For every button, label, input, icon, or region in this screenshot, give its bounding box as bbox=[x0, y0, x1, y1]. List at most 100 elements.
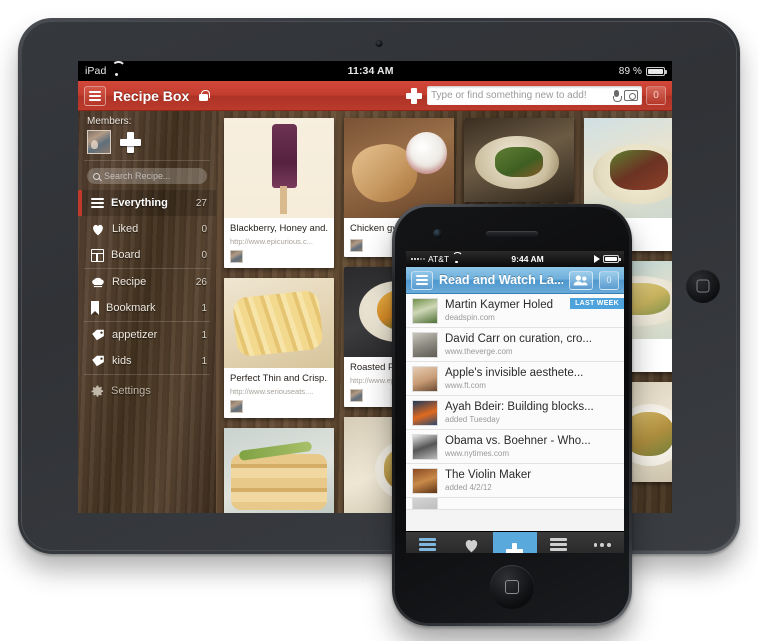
sidebar-item-appetizer[interactable]: appetizer 1 bbox=[78, 322, 216, 348]
signal-dots-icon bbox=[411, 258, 425, 260]
recipe-card[interactable] bbox=[224, 427, 334, 513]
obama-thumbnail bbox=[412, 433, 438, 460]
sidebar-item-label: Liked bbox=[112, 223, 139, 235]
sidebar-item-liked[interactable]: Liked 0 bbox=[78, 216, 216, 242]
status-left: AT&T bbox=[411, 254, 461, 264]
ipad-status-bar: iPad 11:34 AM 89 % bbox=[78, 61, 672, 81]
sidebar-item-recipe[interactable]: Recipe 26 bbox=[78, 269, 216, 295]
camera-icon[interactable] bbox=[624, 90, 638, 101]
card-title: Blackberry, Honey and... bbox=[230, 223, 328, 234]
sidebar-item-count: 1 bbox=[201, 302, 207, 314]
search-input[interactable]: Type or find something new to add! bbox=[427, 86, 642, 105]
status-clock: 9:44 AM bbox=[511, 254, 544, 264]
lock-icon[interactable] bbox=[199, 90, 211, 101]
card-avatar bbox=[350, 388, 363, 402]
ipad-app-toolbar: Recipe Box Type or find something new to… bbox=[78, 81, 672, 111]
grid-column: Blackberry, Honey and... http://www.epic… bbox=[224, 118, 334, 513]
recipe-photo bbox=[584, 118, 672, 218]
microphone-icon[interactable] bbox=[613, 89, 622, 102]
device-label: iPad bbox=[85, 65, 107, 77]
tab-liked[interactable]: Liked bbox=[450, 532, 494, 553]
card-url: http://www.epicurious.c... bbox=[230, 236, 313, 246]
list-item-title: The Violin Maker bbox=[445, 468, 532, 481]
iphone-screen: AT&T 9:44 AM Read and Watch La... 0 Mart… bbox=[406, 251, 624, 553]
sidebar-item-label: Board bbox=[111, 249, 141, 261]
sidebar-item-count: 1 bbox=[201, 329, 207, 341]
sidebar-item-label: Recipe bbox=[112, 276, 147, 288]
list-item-text: David Carr on curation, cro... www.theve… bbox=[445, 333, 618, 357]
card-title: Perfect Thin and Crisp... bbox=[230, 372, 328, 384]
list-item-source: added Tuesday bbox=[445, 415, 500, 425]
location-arrow-icon bbox=[594, 255, 600, 263]
list-item-title: Ayah Bdeir: Building blocks... bbox=[445, 400, 594, 413]
toolbar-count-badge[interactable]: 0 bbox=[599, 270, 619, 290]
toolbar-count-badge[interactable]: 0 bbox=[646, 86, 666, 105]
hamburger-menu-icon[interactable] bbox=[411, 270, 433, 290]
people-icon[interactable] bbox=[569, 270, 593, 290]
iphone-bezel: AT&T 9:44 AM Read and Watch La... 0 Mart… bbox=[395, 207, 629, 623]
chef-hat-icon bbox=[91, 276, 105, 289]
list-item-source: deadspin.com bbox=[445, 313, 495, 323]
stack-icon bbox=[91, 197, 104, 210]
sidebar-search-input[interactable]: Search Recipe... bbox=[87, 168, 207, 184]
list-item[interactable]: David Carr on curation, cro... www.theve… bbox=[406, 328, 624, 362]
sidebar-item-settings[interactable]: Settings bbox=[78, 378, 216, 404]
iphone-device: AT&T 9:44 AM Read and Watch La... 0 Mart… bbox=[392, 204, 632, 626]
iphone-tab-bar: Everything Liked Types bbox=[406, 531, 624, 553]
divider bbox=[84, 160, 210, 161]
tab-add[interactable] bbox=[493, 532, 537, 553]
recipe-photo bbox=[344, 118, 454, 218]
littlebits-thumbnail bbox=[412, 399, 438, 426]
sidebar-item-count: 0 bbox=[201, 223, 207, 235]
list-item[interactable] bbox=[406, 498, 624, 510]
hamburger-menu-icon[interactable] bbox=[84, 85, 106, 106]
status-clock: 11:34 AM bbox=[347, 65, 394, 77]
golf-thumbnail bbox=[412, 297, 438, 324]
battery-percent: 89 % bbox=[618, 65, 642, 77]
stack-icon bbox=[419, 538, 437, 552]
board-icon bbox=[91, 248, 104, 262]
iphone-speaker bbox=[486, 231, 538, 237]
iphone-home-button[interactable] bbox=[490, 565, 534, 609]
toolbar-right-group: Type or find something new to add! 0 bbox=[405, 86, 666, 105]
list-item[interactable]: Obama vs. Boehner - Who... www.nytimes.c… bbox=[406, 430, 624, 464]
avatar[interactable] bbox=[87, 130, 111, 154]
battery-icon bbox=[603, 255, 621, 263]
recipe-card[interactable]: Blackberry, Honey and... http://www.epic… bbox=[224, 118, 334, 268]
recipe-photo bbox=[464, 118, 574, 202]
add-member-button[interactable] bbox=[120, 131, 141, 153]
portrait-thumbnail bbox=[412, 365, 438, 392]
tab-everything[interactable]: Everything bbox=[406, 532, 450, 553]
sidebar-item-label: kids bbox=[112, 355, 132, 367]
plus-icon bbox=[506, 542, 524, 553]
article-list[interactable]: Martin Kaymer Holed deadspin.com LAST WE… bbox=[406, 294, 624, 531]
tab-types[interactable]: Types bbox=[537, 532, 581, 553]
search-placeholder: Type or find something new to add! bbox=[431, 90, 587, 101]
status-right: 89 % bbox=[618, 65, 667, 77]
wifi-icon bbox=[452, 255, 461, 263]
members-label: Members: bbox=[87, 116, 132, 127]
list-item[interactable]: Martin Kaymer Holed deadspin.com LAST WE… bbox=[406, 294, 624, 328]
list-item-source: www.nytimes.com bbox=[445, 449, 510, 459]
sidebar-item-kids[interactable]: kids 1 bbox=[78, 348, 216, 374]
ipad-home-button[interactable] bbox=[686, 269, 720, 303]
sidebar-item-everything[interactable]: Everything 27 bbox=[78, 190, 216, 216]
list-item[interactable]: The Violin Maker added 4/2/12 bbox=[406, 464, 624, 498]
sidebar-item-label: appetizer bbox=[112, 329, 158, 341]
battery-icon bbox=[646, 66, 667, 76]
card-avatar bbox=[230, 249, 243, 263]
sidebar-item-bookmark[interactable]: Bookmark 1 bbox=[78, 295, 216, 321]
recipe-card[interactable]: Perfect Thin and Crisp... http://www.ser… bbox=[224, 277, 334, 418]
sidebar-item-board[interactable]: Board 0 bbox=[78, 242, 216, 268]
sidebar-item-count: 26 bbox=[195, 276, 207, 288]
tab-more[interactable]: More bbox=[580, 532, 624, 553]
list-item[interactable]: Apple's invisible aesthete... www.ft.com bbox=[406, 362, 624, 396]
recipe-card[interactable] bbox=[464, 118, 574, 202]
list-item-text: The Violin Maker added 4/2/12 bbox=[445, 469, 618, 493]
tag-icon bbox=[91, 329, 105, 341]
list-item[interactable]: Ayah Bdeir: Building blocks... added Tue… bbox=[406, 396, 624, 430]
add-item-button[interactable] bbox=[405, 87, 423, 105]
violin-thumbnail bbox=[412, 467, 438, 494]
sidebar-item-label: Settings bbox=[111, 385, 151, 397]
sidebar-search-placeholder: Search Recipe... bbox=[104, 171, 171, 181]
